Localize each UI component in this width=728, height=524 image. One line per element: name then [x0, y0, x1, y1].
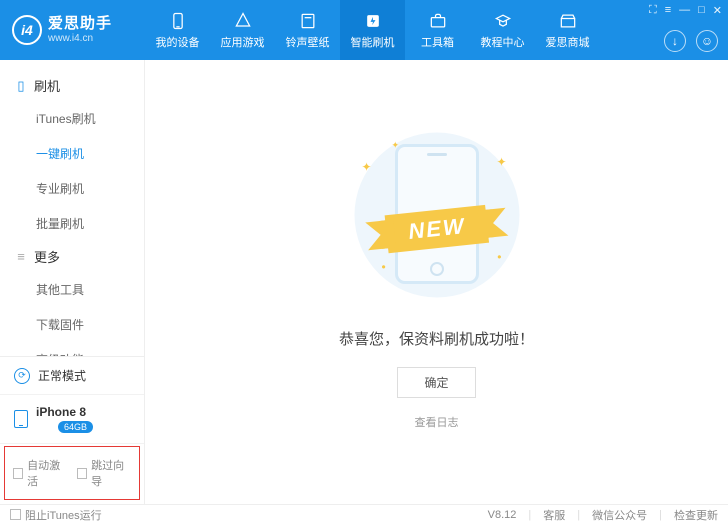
- minimize-icon[interactable]: —: [679, 4, 690, 17]
- window-controls: ⛶ ≡ — □ ✕: [649, 4, 722, 17]
- close-icon[interactable]: ✕: [713, 4, 722, 17]
- nav-flash[interactable]: 智能刷机: [340, 0, 405, 60]
- device-icon: [168, 11, 188, 31]
- phone-icon: ▯: [14, 79, 28, 93]
- tutorial-icon: [493, 11, 513, 31]
- nav-label: 教程中心: [481, 34, 525, 50]
- nav-label: 我的设备: [156, 34, 200, 50]
- nav-label: 智能刷机: [351, 34, 395, 50]
- body: ▯ 刷机 iTunes刷机 一键刷机 专业刷机 批量刷机 ≡ 更多 其他工具 下…: [0, 60, 728, 504]
- store-icon: [558, 11, 578, 31]
- sparkle-icon: ✦: [362, 160, 372, 174]
- logo-text: 爱思助手 www.i4.cn: [48, 16, 112, 44]
- sparkle-icon: •: [497, 250, 501, 264]
- nav-label: 工具箱: [421, 34, 454, 50]
- sidebar-item-itunes-flash[interactable]: iTunes刷机: [0, 101, 144, 136]
- separator: |: [528, 509, 531, 521]
- sidebar: ▯ 刷机 iTunes刷机 一键刷机 专业刷机 批量刷机 ≡ 更多 其他工具 下…: [0, 60, 145, 504]
- top-nav: 我的设备 应用游戏 铃声壁纸 智能刷机 工具箱 教程中心 爱思商城: [145, 0, 600, 60]
- brand-name: 爱思助手: [48, 16, 112, 33]
- device-info: iPhone 8 64GB: [36, 405, 93, 433]
- device-storage-badge: 64GB: [58, 421, 93, 433]
- sidebar-group-more[interactable]: ≡ 更多: [0, 241, 144, 272]
- sidebar-group-flash[interactable]: ▯ 刷机: [0, 70, 144, 101]
- sidebar-bottom: ⟳ 正常模式 iPhone 8 64GB 自动激活 跳过向导: [0, 356, 144, 504]
- checkbox-label: 阻止iTunes运行: [25, 507, 102, 523]
- sidebar-item-onekey-flash[interactable]: 一键刷机: [0, 136, 144, 171]
- nav-my-device[interactable]: 我的设备: [145, 0, 210, 60]
- toolbox-icon: [428, 11, 448, 31]
- view-log-link[interactable]: 查看日志: [415, 414, 459, 430]
- sidebar-item-download-fw[interactable]: 下载固件: [0, 307, 144, 342]
- separator: |: [577, 509, 580, 521]
- logo-icon: i4: [12, 15, 42, 45]
- success-illustration: NEW ✦ ✦ • • ✦: [342, 130, 532, 300]
- checkbox-label: 跳过向导: [91, 457, 131, 489]
- checkbox-icon: [10, 509, 21, 520]
- nav-label: 铃声壁纸: [286, 34, 330, 50]
- cart-icon[interactable]: ⛶: [649, 4, 657, 17]
- block-itunes-checkbox[interactable]: 阻止iTunes运行: [10, 507, 102, 523]
- sparkle-icon: ✦: [496, 155, 506, 169]
- confirm-button[interactable]: 确定: [397, 367, 475, 398]
- auto-activate-checkbox[interactable]: 自动激活: [13, 457, 67, 489]
- app-header: i4 爱思助手 www.i4.cn 我的设备 应用游戏 铃声壁纸 智能刷机 工具…: [0, 0, 728, 60]
- brand-url: www.i4.cn: [48, 33, 112, 44]
- support-link[interactable]: 客服: [543, 507, 565, 523]
- nav-toolbox[interactable]: 工具箱: [405, 0, 470, 60]
- footer-right: V8.12 | 客服 | 微信公众号 | 检查更新: [488, 507, 718, 523]
- logo: i4 爱思助手 www.i4.cn: [0, 15, 145, 45]
- sidebar-scroll: ▯ 刷机 iTunes刷机 一键刷机 专业刷机 批量刷机 ≡ 更多 其他工具 下…: [0, 60, 144, 356]
- mode-row[interactable]: ⟳ 正常模式: [0, 357, 144, 395]
- user-icon[interactable]: ☺: [696, 30, 718, 52]
- maximize-icon[interactable]: □: [698, 4, 705, 17]
- header-actions: ↓ ☺: [664, 30, 718, 52]
- success-message: 恭喜您，保资料刷机成功啦！: [339, 328, 534, 349]
- sidebar-item-pro-flash[interactable]: 专业刷机: [0, 171, 144, 206]
- sidebar-item-other-tools[interactable]: 其他工具: [0, 272, 144, 307]
- nav-label: 爱思商城: [546, 34, 590, 50]
- device-row[interactable]: iPhone 8 64GB: [0, 395, 144, 444]
- wechat-link[interactable]: 微信公众号: [592, 507, 647, 523]
- nav-store[interactable]: 爱思商城: [535, 0, 600, 60]
- music-icon: [298, 11, 318, 31]
- sidebar-item-batch-flash[interactable]: 批量刷机: [0, 206, 144, 241]
- main-content: NEW ✦ ✦ • • ✦ 恭喜您，保资料刷机成功啦！ 确定 查看日志: [145, 60, 728, 504]
- menu-icon[interactable]: ≡: [665, 4, 671, 17]
- flash-icon: [363, 11, 383, 31]
- nav-ringtones[interactable]: 铃声壁纸: [275, 0, 340, 60]
- download-icon[interactable]: ↓: [664, 30, 686, 52]
- checkbox-icon: [13, 468, 23, 479]
- separator: |: [659, 509, 662, 521]
- checkbox-label: 自动激活: [27, 457, 67, 489]
- device-name: iPhone 8: [36, 405, 93, 419]
- sparkle-icon: ✦: [392, 140, 400, 151]
- refresh-icon: ⟳: [14, 368, 30, 384]
- nav-tutorial[interactable]: 教程中心: [470, 0, 535, 60]
- device-small-icon: [14, 410, 28, 428]
- footer: 阻止iTunes运行 V8.12 | 客服 | 微信公众号 | 检查更新: [0, 504, 728, 524]
- bottom-checkbox-row: 自动激活 跳过向导: [4, 446, 140, 500]
- list-icon: ≡: [14, 250, 28, 264]
- apps-icon: [233, 11, 253, 31]
- group-label: 更多: [34, 247, 60, 266]
- nav-apps[interactable]: 应用游戏: [210, 0, 275, 60]
- mode-label: 正常模式: [38, 367, 86, 384]
- sidebar-item-advanced[interactable]: 高级功能: [0, 342, 144, 356]
- group-label: 刷机: [34, 76, 60, 95]
- skip-setup-checkbox[interactable]: 跳过向导: [77, 457, 131, 489]
- nav-label: 应用游戏: [221, 34, 265, 50]
- checkbox-icon: [77, 468, 87, 479]
- update-link[interactable]: 检查更新: [674, 507, 718, 523]
- footer-left: 阻止iTunes运行: [10, 507, 102, 523]
- version-label: V8.12: [488, 509, 517, 521]
- sparkle-icon: •: [382, 260, 386, 274]
